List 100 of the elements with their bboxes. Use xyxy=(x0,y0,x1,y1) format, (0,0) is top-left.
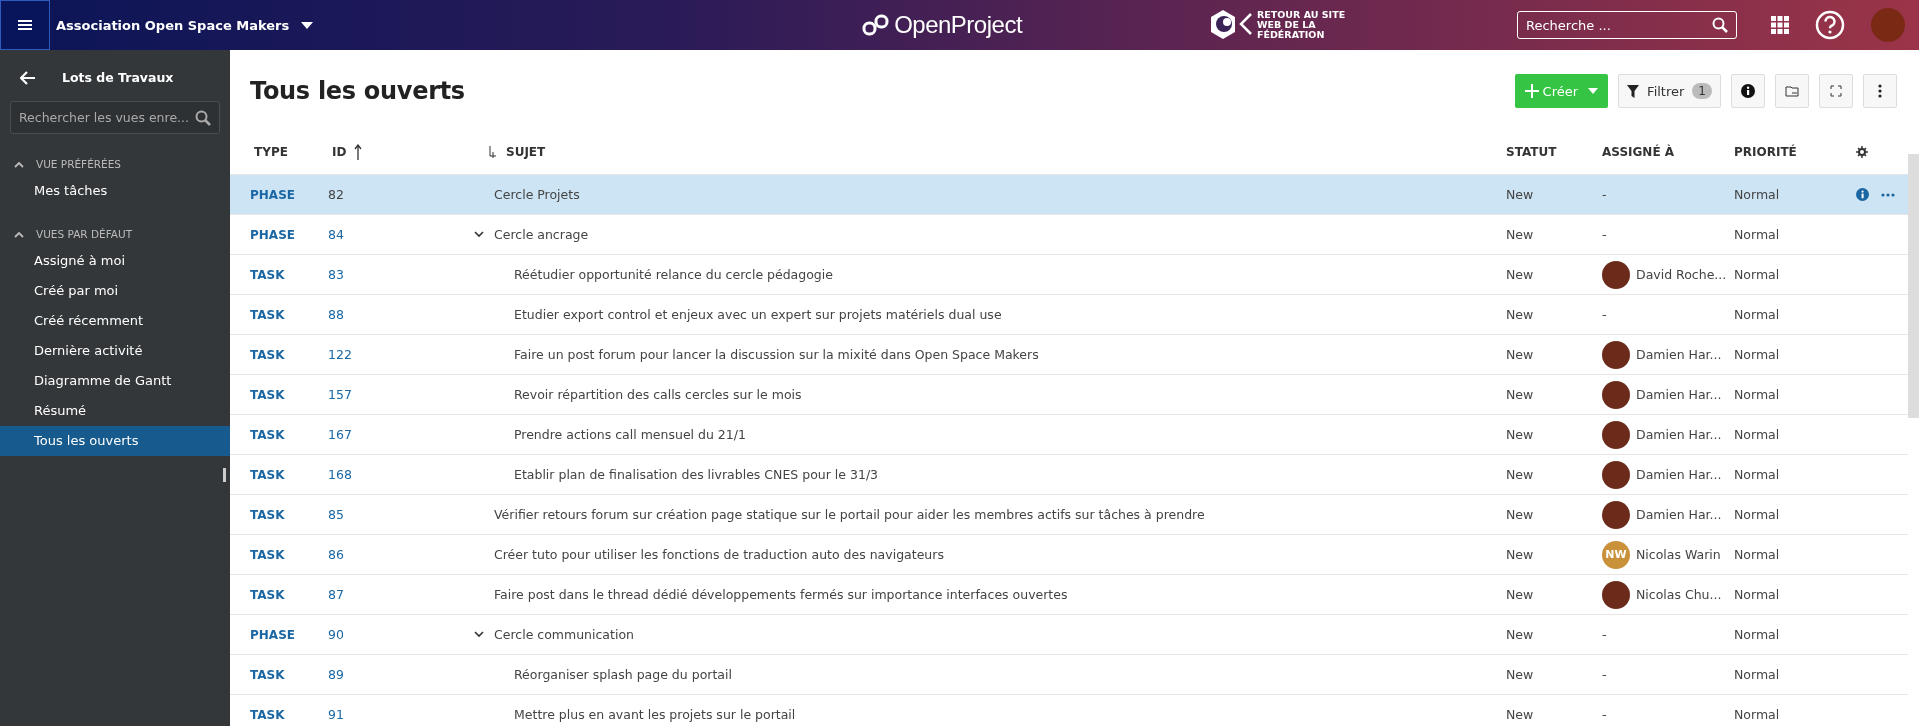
id-link[interactable]: 83 xyxy=(328,267,344,282)
back-link[interactable]: RETOUR AU SITE WEB DE LA FÉDÉRATION xyxy=(1257,10,1357,40)
empty-dash: - xyxy=(1602,627,1607,642)
sidebar-item[interactable]: Assigné à moi xyxy=(0,246,230,276)
settings-icon[interactable] xyxy=(1856,146,1868,158)
subject-text: Mettre plus en avant les projets sur le portail xyxy=(514,707,796,722)
hierarchy-icon[interactable] xyxy=(488,146,498,158)
plus-icon xyxy=(1524,84,1539,98)
views-search-box[interactable]: Rechercher les vues enre... xyxy=(10,101,220,134)
type-label: PHASE xyxy=(250,627,295,642)
table-row[interactable]: TASK 85 Vérifier retours forum sur création page statique sur le portail pour aider les membres actifs sur tâches à prendre New Damien Har... Normal xyxy=(230,495,1908,535)
view-button[interactable] xyxy=(1775,74,1809,108)
sidebar-item[interactable]: Créé récemment xyxy=(0,306,230,336)
subject-text: Cercle communication xyxy=(494,627,634,642)
column-header[interactable]: TYPE xyxy=(254,145,288,159)
id-link[interactable]: 122 xyxy=(328,347,352,362)
scrollbar-thumb[interactable] xyxy=(1908,154,1919,418)
priority-text: Normal xyxy=(1734,187,1780,202)
table-row[interactable]: TASK 167 Prendre actions call mensuel du 21/1 New Damien Har... Normal xyxy=(230,415,1908,455)
section-toggle[interactable]: VUE PRÉFÉRÉES xyxy=(0,148,230,176)
column-header[interactable]: ASSIGNÉ À xyxy=(1602,145,1675,159)
page-title: Tous les ouverts xyxy=(250,77,465,105)
column-header[interactable]: STATUT xyxy=(1506,145,1557,159)
search-field[interactable]: Recherche ... xyxy=(1526,17,1712,33)
info-button[interactable] xyxy=(1731,74,1765,108)
avatar-placeholder xyxy=(1602,580,1630,609)
id-link[interactable]: 87 xyxy=(328,587,344,602)
section-toggle[interactable]: VUES PAR DÉFAUT xyxy=(0,218,230,246)
table-row[interactable]: TASK 87 Faire post dans le thread dédié développements fermés sur importance interfaces ouvertes New Nicolas Chu... Normal xyxy=(230,575,1908,615)
table-row[interactable]: TASK 83 Réétudier opportunité relance du cercle pédagogie New David Roche... Normal xyxy=(230,255,1908,295)
sidebar-item[interactable]: Mes tâches xyxy=(0,176,230,206)
grid-icon[interactable] xyxy=(1771,16,1789,34)
search-box[interactable]: Recherche ... xyxy=(1517,11,1737,39)
id-link[interactable]: 91 xyxy=(328,707,344,722)
type-label: PHASE xyxy=(250,187,295,202)
id-link[interactable]: 167 xyxy=(328,427,352,442)
panel-icon xyxy=(1785,85,1799,97)
id-link[interactable]: 84 xyxy=(328,227,344,242)
status-text: New xyxy=(1506,227,1534,242)
back-arrow-icon[interactable] xyxy=(20,70,36,85)
table-row[interactable]: PHASE 90 Cercle communication New - Normal xyxy=(230,615,1908,655)
type-label: TASK xyxy=(250,507,285,522)
sidebar-item[interactable]: Créé par moi xyxy=(0,276,230,306)
table-row[interactable]: PHASE 84 Cercle ancrage New - Normal xyxy=(230,215,1908,255)
more-icon[interactable] xyxy=(1881,192,1895,197)
menu-button[interactable] xyxy=(0,0,50,50)
avatar-placeholder xyxy=(1602,460,1630,489)
table-row[interactable]: TASK 157 Revoir répartition des calls cercles sur le mois New Damien Har... Normal xyxy=(230,375,1908,415)
column-header[interactable]: SUJET xyxy=(506,145,546,159)
table-row[interactable]: TASK 88 Etudier export control et enjeux avec un expert sur projets matériels dual use New - Normal xyxy=(230,295,1908,335)
id-link[interactable]: 168 xyxy=(328,467,352,482)
chevron-icon xyxy=(14,160,24,168)
priority-text: Normal xyxy=(1734,427,1780,442)
priority-text: Normal xyxy=(1734,227,1780,242)
priority-text: Normal xyxy=(1734,267,1780,282)
subject-text: Vérifier retours forum sur création page statique sur le portail pour aider les membres actifs sur tâches à prendre xyxy=(494,507,1205,522)
id-link[interactable]: 82 xyxy=(328,187,344,202)
table-row[interactable]: TASK 86 Créer tuto pour utiliser les fonctions de traduction auto des navigateurs New NW Nicolas Warin Normal xyxy=(230,535,1908,575)
subject-text: Réétudier opportunité relance du cercle pédagogie xyxy=(514,267,833,282)
table-row[interactable]: TASK 89 Réorganiser splash page du portail New - Normal xyxy=(230,655,1908,695)
priority-text: Normal xyxy=(1734,507,1780,522)
type-label: TASK xyxy=(250,267,285,282)
assignee-name: Damien Har... xyxy=(1636,427,1722,442)
table-row[interactable]: TASK 168 Etablir plan de finalisation des livrables CNES pour le 31/3 New Damien Har... Normal xyxy=(230,455,1908,495)
chevron-icon xyxy=(14,230,24,238)
type-label: TASK xyxy=(250,307,285,322)
chevron-icon[interactable] xyxy=(474,231,484,238)
table-row[interactable]: PHASE 82 Cercle Projets New - Normal xyxy=(230,175,1908,215)
kebab-icon xyxy=(1878,84,1882,98)
priority-text: Normal xyxy=(1734,387,1780,402)
sidebar-item[interactable]: Résumé xyxy=(0,396,230,426)
sidebar-item[interactable]: Dernière activité xyxy=(0,336,230,366)
info-icon[interactable] xyxy=(1856,188,1869,201)
subject-text: Etablir plan de finalisation des livrables CNES pour le 31/3 xyxy=(514,467,879,482)
column-header[interactable]: PRIORITÉ xyxy=(1734,145,1797,159)
type-label: TASK xyxy=(250,427,285,442)
assignee-name: David Roche... xyxy=(1636,267,1727,282)
id-link[interactable]: 88 xyxy=(328,307,344,322)
id-link[interactable]: 90 xyxy=(328,627,344,642)
sidebar-item[interactable]: Diagramme de Gantt xyxy=(0,366,230,396)
filter-button[interactable]: Filtrer 1 xyxy=(1618,74,1721,108)
column-header[interactable]: ID xyxy=(332,145,347,159)
logo-text: OpenProject xyxy=(894,11,1023,39)
status-text: New xyxy=(1506,307,1534,322)
id-link[interactable]: 157 xyxy=(328,387,352,402)
id-link[interactable]: 89 xyxy=(328,667,344,682)
assignee-name: Damien Har... xyxy=(1636,347,1722,362)
help-icon[interactable] xyxy=(1815,10,1845,40)
views-search-field[interactable]: Rechercher les vues enre... xyxy=(19,110,195,125)
id-link[interactable]: 85 xyxy=(328,507,344,522)
table-row[interactable]: TASK 122 Faire un post forum pour lancer la discussion sur la mixité dans Open Space Makers New Damien Har... Normal xyxy=(230,335,1908,375)
assignee-name: Nicolas Warin xyxy=(1636,547,1721,562)
caret-icon xyxy=(301,21,314,29)
id-link[interactable]: 86 xyxy=(328,547,344,562)
sidebar-item[interactable]: Tous les ouverts xyxy=(0,426,230,456)
project-selector[interactable]: Association Open Space Makers xyxy=(52,17,318,33)
fullscreen-button[interactable] xyxy=(1819,74,1853,108)
subject-text: Etudier export control et enjeux avec un expert sur projets matériels dual use xyxy=(514,307,1002,322)
empty-dash: - xyxy=(1602,187,1607,202)
chevron-icon[interactable] xyxy=(474,631,484,638)
